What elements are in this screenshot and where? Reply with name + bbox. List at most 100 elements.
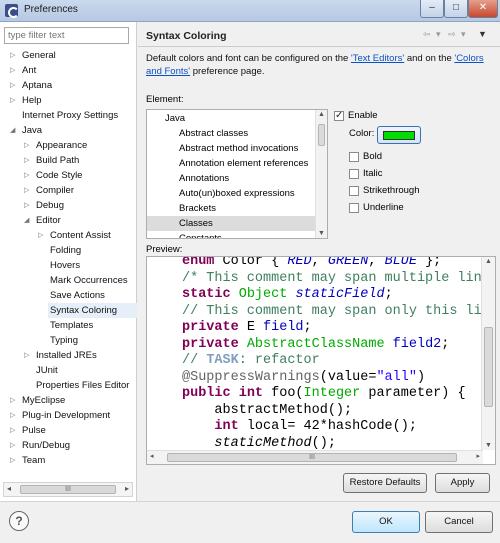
scroll-up-icon[interactable]: ▲ — [318, 111, 325, 118]
scroll-up-icon[interactable]: ▲ — [485, 258, 492, 265]
scrollbar-thumb[interactable] — [484, 327, 493, 407]
code-token: int — [238, 386, 264, 401]
sidebar-item-content-assist[interactable]: ▷ Content Assist — [38, 228, 111, 243]
element-list[interactable]: Constants Classes Brackets Auto(un)boxed ex… — [146, 109, 328, 239]
element-list-item[interactable]: Annotations — [147, 171, 315, 186]
sidebar-item-debug[interactable]: ▷ Debug — [24, 198, 64, 213]
expand-arrow-icon[interactable]: ▷ — [24, 153, 34, 168]
back-arrow-icon[interactable]: ⇦ — [423, 29, 431, 40]
sidebar-item-folding[interactable]: Folding — [50, 243, 81, 258]
color-picker-button[interactable] — [377, 126, 421, 144]
cancel-button[interactable]: Cancel — [425, 511, 493, 533]
maximize-button[interactable]: □ — [444, 0, 468, 18]
bold-option[interactable]: Bold — [349, 150, 382, 163]
scrollbar-thumb[interactable] — [318, 124, 325, 146]
sidebar-item-junit[interactable]: JUnit — [36, 363, 58, 378]
expand-arrow-icon[interactable]: ▷ — [10, 93, 20, 108]
enable-checkbox[interactable] — [334, 109, 344, 122]
underline-checkbox[interactable] — [349, 202, 359, 213]
sidebar-item-properties-files-editor[interactable]: Properties Files Editor — [36, 378, 129, 393]
sidebar-item-team[interactable]: ▷ Team — [10, 453, 45, 468]
sidebar-item-compiler[interactable]: ▷ Compiler — [24, 183, 74, 198]
apply-button[interactable]: Apply — [435, 473, 490, 493]
expand-arrow-icon[interactable]: ▷ — [10, 393, 20, 408]
back-menu-icon[interactable]: ▾ — [436, 29, 441, 40]
scroll-right-icon[interactable]: ▸ — [476, 452, 480, 460]
preview-vertical-scrollbar[interactable]: ▲ ▼ — [481, 257, 495, 450]
element-list-item[interactable]: Annotation element references — [147, 156, 315, 171]
sidebar-item-build-path[interactable]: ▷ Build Path — [24, 153, 79, 168]
sidebar-item-templates[interactable]: Templates — [50, 318, 93, 333]
sidebar-item-typing[interactable]: Typing — [50, 333, 78, 348]
forward-arrow-icon[interactable]: ⇨ — [448, 29, 456, 40]
collapse-arrow-icon[interactable]: ◢ — [10, 123, 20, 138]
scroll-down-icon[interactable]: ▼ — [485, 442, 492, 449]
scroll-left-icon[interactable]: ◂ — [150, 452, 154, 460]
scrollbar-thumb[interactable]: III — [20, 485, 116, 494]
sidebar-item-mark-occurrences[interactable]: Mark Occurrences — [50, 273, 128, 288]
element-list-item[interactable]: Constants — [147, 231, 315, 238]
element-list-item[interactable]: Auto(un)boxed expressions — [147, 186, 315, 201]
element-list-item[interactable]: Abstract method invocations — [147, 141, 315, 156]
expand-arrow-icon[interactable]: ▷ — [24, 138, 34, 153]
expand-arrow-icon[interactable]: ▷ — [10, 63, 20, 78]
expand-arrow-icon[interactable]: ▷ — [10, 438, 20, 453]
preview-horizontal-scrollbar[interactable]: ◂ III ▸ — [147, 450, 483, 464]
expand-arrow-icon[interactable]: ▷ — [38, 228, 48, 243]
scroll-left-icon[interactable]: ◂ — [7, 484, 11, 493]
code-token: static — [182, 287, 231, 302]
strikethrough-option[interactable]: Strikethrough — [349, 184, 420, 197]
forward-menu-icon[interactable]: ▾ — [461, 29, 466, 40]
sidebar-item-aptana[interactable]: ▷ Aptana — [10, 78, 52, 93]
ok-button[interactable]: OK — [352, 511, 420, 533]
minimize-button[interactable]: – — [420, 0, 444, 18]
italic-checkbox[interactable] — [349, 168, 359, 179]
view-menu-icon[interactable]: ▼ — [478, 29, 487, 39]
scroll-down-icon[interactable]: ▼ — [318, 230, 325, 237]
sidebar-item-java[interactable]: ◢ Java — [10, 123, 42, 138]
element-list-item[interactable]: Classes — [147, 216, 315, 231]
sidebar-item-editor[interactable]: ◢ Editor — [24, 213, 61, 228]
sidebar-item-save-actions[interactable]: Save Actions — [50, 288, 105, 303]
element-list-item[interactable]: Brackets — [147, 201, 315, 216]
sidebar-item-syntax-coloring[interactable]: Syntax Coloring — [48, 303, 137, 318]
expand-arrow-icon[interactable]: ▷ — [10, 48, 20, 63]
italic-option[interactable]: Italic — [349, 167, 383, 180]
element-list-item[interactable]: Java — [147, 111, 315, 126]
sidebar-item-help[interactable]: ▷ Help — [10, 93, 42, 108]
restore-defaults-button[interactable]: Restore Defaults — [343, 473, 427, 493]
sidebar-item-myeclipse[interactable]: ▷ MyEclipse — [10, 393, 65, 408]
expand-arrow-icon[interactable]: ▷ — [10, 408, 20, 423]
text-editors-link[interactable]: 'Text Editors' — [351, 53, 404, 64]
sidebar-item-internet-proxy-settings[interactable]: Internet Proxy Settings — [22, 108, 118, 123]
help-icon[interactable]: ? — [9, 511, 29, 531]
expand-arrow-icon[interactable]: ▷ — [24, 168, 34, 183]
element-list-item[interactable]: Abstract classes — [147, 126, 315, 141]
filter-input[interactable] — [4, 27, 129, 44]
sidebar-item-run-debug[interactable]: ▷ Run/Debug — [10, 438, 70, 453]
sidebar-horizontal-scrollbar[interactable]: ◂ III ▸ — [3, 482, 133, 497]
strikethrough-checkbox[interactable] — [349, 185, 359, 196]
expand-arrow-icon[interactable]: ▷ — [24, 348, 34, 363]
sidebar-item-ant[interactable]: ▷ Ant — [10, 63, 36, 78]
sidebar-item-appearance[interactable]: ▷ Appearance — [24, 138, 87, 153]
sidebar-item-general[interactable]: ▷ General — [10, 48, 56, 63]
close-button[interactable]: ✕ — [468, 0, 498, 18]
element-list-scrollbar[interactable]: ▲ ▼ — [315, 110, 327, 238]
expand-arrow-icon[interactable]: ▷ — [10, 423, 20, 438]
sidebar-item-hovers[interactable]: Hovers — [50, 258, 80, 273]
sidebar-item-pulse[interactable]: ▷ Pulse — [10, 423, 46, 438]
expand-arrow-icon[interactable]: ▷ — [24, 183, 34, 198]
scrollbar-thumb[interactable]: III — [167, 453, 457, 462]
sidebar-item-plug-in-development[interactable]: ▷ Plug-in Development — [10, 408, 110, 423]
expand-arrow-icon[interactable]: ▷ — [10, 453, 20, 468]
enable-option[interactable]: Enable — [334, 109, 378, 122]
scroll-right-icon[interactable]: ▸ — [125, 484, 129, 493]
expand-arrow-icon[interactable]: ▷ — [10, 78, 20, 93]
expand-arrow-icon[interactable]: ▷ — [24, 198, 34, 213]
underline-option[interactable]: Underline — [349, 201, 404, 214]
sidebar-item-code-style[interactable]: ▷ Code Style — [24, 168, 82, 183]
bold-checkbox[interactable] — [349, 151, 359, 162]
sidebar-item-installed-jres[interactable]: ▷ Installed JREs — [24, 348, 97, 363]
collapse-arrow-icon[interactable]: ◢ — [24, 213, 34, 228]
